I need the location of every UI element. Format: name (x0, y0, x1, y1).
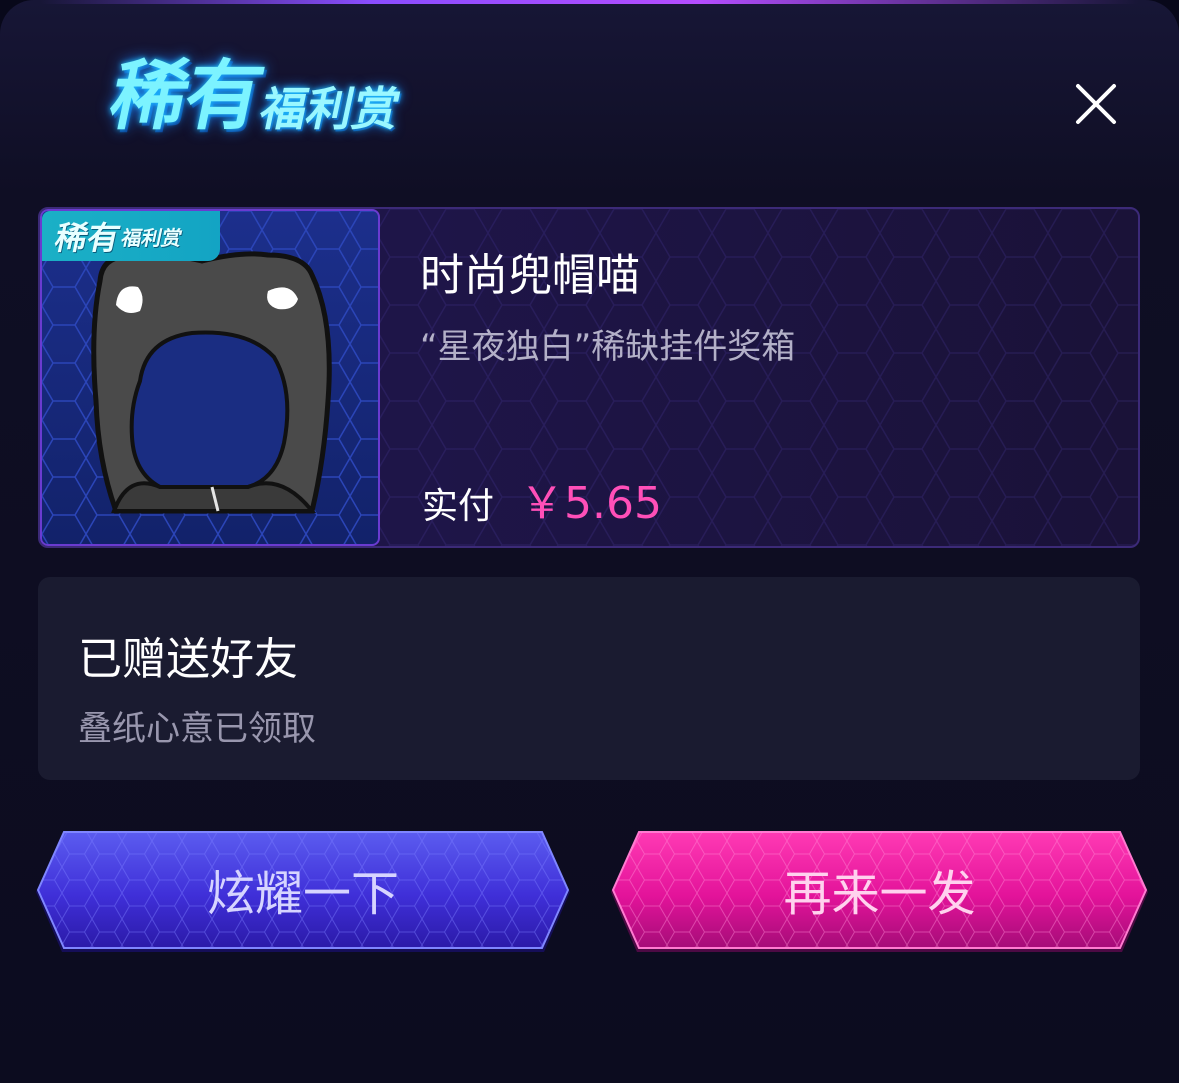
item-name: 时尚兜帽喵 (420, 250, 640, 301)
show-off-button[interactable]: 炫耀一下 (32, 828, 574, 958)
top-glow-line (40, 0, 1139, 4)
price-label: 实付 (422, 486, 495, 527)
item-description: “星夜独白”稀缺挂件奖箱 (420, 327, 796, 367)
reward-modal: 稀有 福利赏 稀有 福利赏 时尚兜帽喵 “星夜独白”稀缺挂件奖箱 实付 ￥5.6… (0, 0, 1179, 1083)
logo-main-text: 稀有 (102, 51, 270, 140)
try-again-button[interactable]: 再来一发 (607, 828, 1152, 958)
gift-status-card: 已赠送好友 叠纸心意已领取 (38, 577, 1140, 780)
logo-sub-text: 福利赏 (255, 82, 405, 136)
close-button[interactable] (1066, 80, 1126, 128)
badge-sub-text: 福利赏 (119, 225, 185, 250)
hooded-cat-image (42, 211, 378, 544)
price-row: 实付 ￥5.65 (422, 467, 662, 531)
show-off-button-label: 炫耀一下 (206, 866, 399, 922)
gift-status-title: 已赠送好友 (78, 634, 298, 685)
item-thumbnail: 稀有 福利赏 (40, 209, 380, 546)
gift-status-subtitle: 叠纸心意已领取 (78, 709, 316, 749)
rare-badge: 稀有 福利赏 (42, 211, 220, 261)
try-again-button-label: 再来一发 (783, 866, 976, 922)
reward-item-card: 稀有 福利赏 时尚兜帽喵 “星夜独白”稀缺挂件奖箱 实付 ￥5.65 (38, 207, 1140, 548)
close-icon (1076, 84, 1116, 124)
badge-main-text: 稀有 (51, 219, 124, 257)
rare-bonus-logo: 稀有 福利赏 (102, 51, 410, 140)
price-value: ￥5.65 (520, 478, 662, 529)
